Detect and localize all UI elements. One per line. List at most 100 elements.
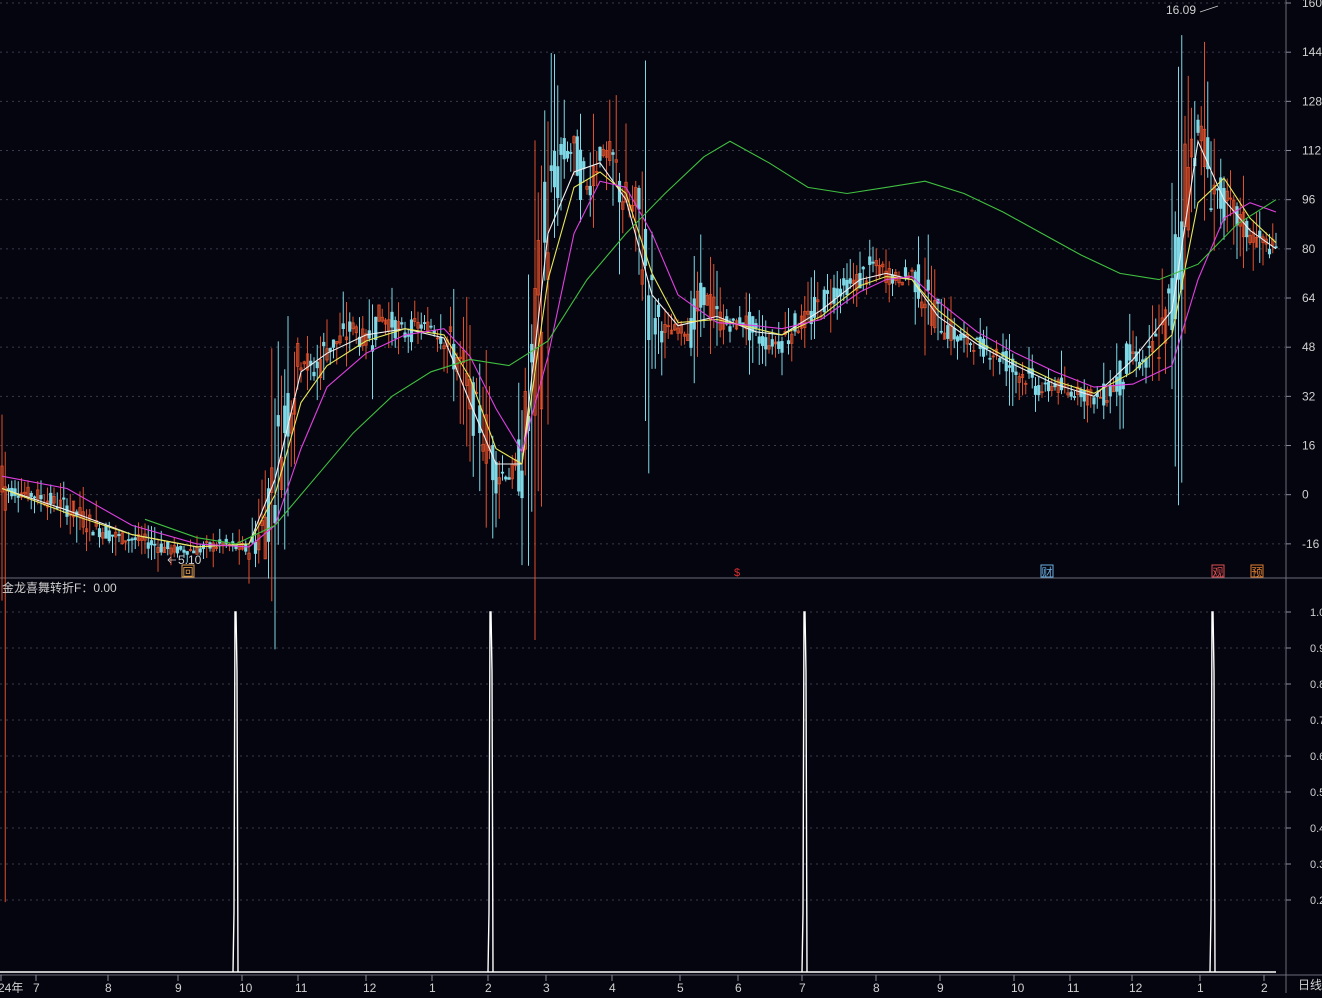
candle-body <box>825 290 830 294</box>
candle-body <box>637 187 641 210</box>
candle-body <box>848 278 852 284</box>
event-marker[interactable]: $ <box>734 567 740 579</box>
candle-body <box>780 341 784 353</box>
y-tick-label: 160 <box>1302 0 1322 10</box>
indicator-title: 金龙喜舞转折F：0.00 <box>2 579 117 596</box>
candle-body <box>422 322 427 324</box>
candle-body <box>29 493 33 497</box>
x-tick-label: 3 <box>543 981 550 993</box>
candle-body <box>777 341 781 349</box>
x-tick-label: 5 <box>677 981 684 993</box>
candle-body <box>507 477 511 480</box>
x-tick-label: 7 <box>799 981 806 993</box>
candle-body <box>1167 288 1171 294</box>
candle-body <box>500 471 505 474</box>
candle-body <box>16 495 20 498</box>
candle-body <box>1128 344 1132 361</box>
candle-body <box>130 538 134 541</box>
candle-body <box>770 339 774 347</box>
candle-body <box>400 322 404 325</box>
candle-body <box>692 298 696 330</box>
chart-canvas[interactable]: 1601441281129680644832160-161.00.90.80.7… <box>0 0 1322 995</box>
event-marker[interactable]: 观 <box>1211 564 1225 579</box>
candle-body <box>491 444 495 481</box>
y-tick-label: 0.9 <box>1310 643 1322 655</box>
candle-body <box>975 337 979 340</box>
indicator-value: 0.00 <box>93 581 117 595</box>
candle-body <box>1222 187 1226 221</box>
event-marker[interactable]: 回 <box>181 564 195 579</box>
indicator-separator: ： <box>81 581 94 595</box>
candle-body <box>244 543 248 552</box>
candle-body <box>1007 365 1012 368</box>
candle-body <box>1069 391 1073 397</box>
candle-body <box>390 311 394 328</box>
candle-body <box>1043 382 1047 385</box>
event-marker[interactable]: 预 <box>1250 564 1264 579</box>
candle-body <box>939 330 943 333</box>
x-tick-label: 9 <box>937 981 944 993</box>
candle-body <box>159 543 163 553</box>
candle-body <box>660 330 664 343</box>
x-tick-label: 10 <box>1011 981 1025 993</box>
y-tick-label: 0.7 <box>1310 715 1322 727</box>
candle-body <box>731 318 735 321</box>
candle-body <box>494 461 498 494</box>
y-tick-label: 112 <box>1302 144 1321 158</box>
x-tick-label: 1 <box>1197 981 1204 993</box>
candle-body <box>903 267 908 277</box>
candle-body <box>312 371 316 377</box>
candle-body <box>198 548 202 553</box>
candle-body <box>283 405 287 434</box>
event-marker-label: $ <box>734 567 740 579</box>
stock-chart[interactable]: 1601441281129680644832160-161.00.90.80.7… <box>0 0 1322 995</box>
candle-body <box>1059 377 1064 391</box>
candle-body <box>946 325 950 339</box>
candle-body <box>552 150 557 188</box>
candle-body <box>1267 248 1272 255</box>
candle-body <box>549 165 553 171</box>
candle-body <box>1209 208 1213 211</box>
candle-body <box>331 339 336 348</box>
candle-body <box>1079 389 1083 398</box>
candle-body <box>1173 234 1177 320</box>
candle-body <box>1121 381 1125 390</box>
candle-body <box>65 505 69 517</box>
candle-body <box>1147 345 1151 348</box>
candle-body <box>598 146 602 161</box>
x-tick-label: 4 <box>609 981 616 993</box>
candle-body <box>786 340 791 345</box>
candle-body <box>1215 188 1220 191</box>
candle-body <box>656 304 661 317</box>
candle-body <box>1115 376 1119 392</box>
y-tick-label: 0.8 <box>1310 679 1322 691</box>
candle-body <box>988 357 992 360</box>
event-marker[interactable]: 财 <box>1040 564 1054 579</box>
candle-body <box>738 317 742 325</box>
candle-body <box>328 347 332 352</box>
period-label[interactable]: 日线 <box>1298 976 1322 993</box>
y-tick-label: -16 <box>1302 537 1320 551</box>
candle-body <box>699 282 703 308</box>
y-tick-label: 96 <box>1302 193 1316 207</box>
candle-body <box>582 161 586 170</box>
y-tick-label: 0 <box>1302 488 1309 502</box>
y-tick-label: 128 <box>1302 94 1322 108</box>
candle-body <box>559 143 563 155</box>
high-price-label: 16.09 <box>1166 3 1196 17</box>
candle-body <box>117 534 121 537</box>
high-price-arrow <box>1199 5 1219 13</box>
candle-body <box>562 138 566 160</box>
candle-body <box>520 470 524 499</box>
candle-body <box>273 504 277 524</box>
candle-body <box>647 295 651 341</box>
candle-body <box>166 541 170 550</box>
y-tick-label: 0.3 <box>1310 859 1322 871</box>
candle-body <box>842 278 846 286</box>
candle-body <box>702 287 706 306</box>
candle-body <box>955 336 960 342</box>
candle-body <box>1124 343 1129 374</box>
candle-body <box>1072 396 1077 398</box>
candle-body <box>543 181 547 243</box>
candle-body <box>764 337 768 350</box>
